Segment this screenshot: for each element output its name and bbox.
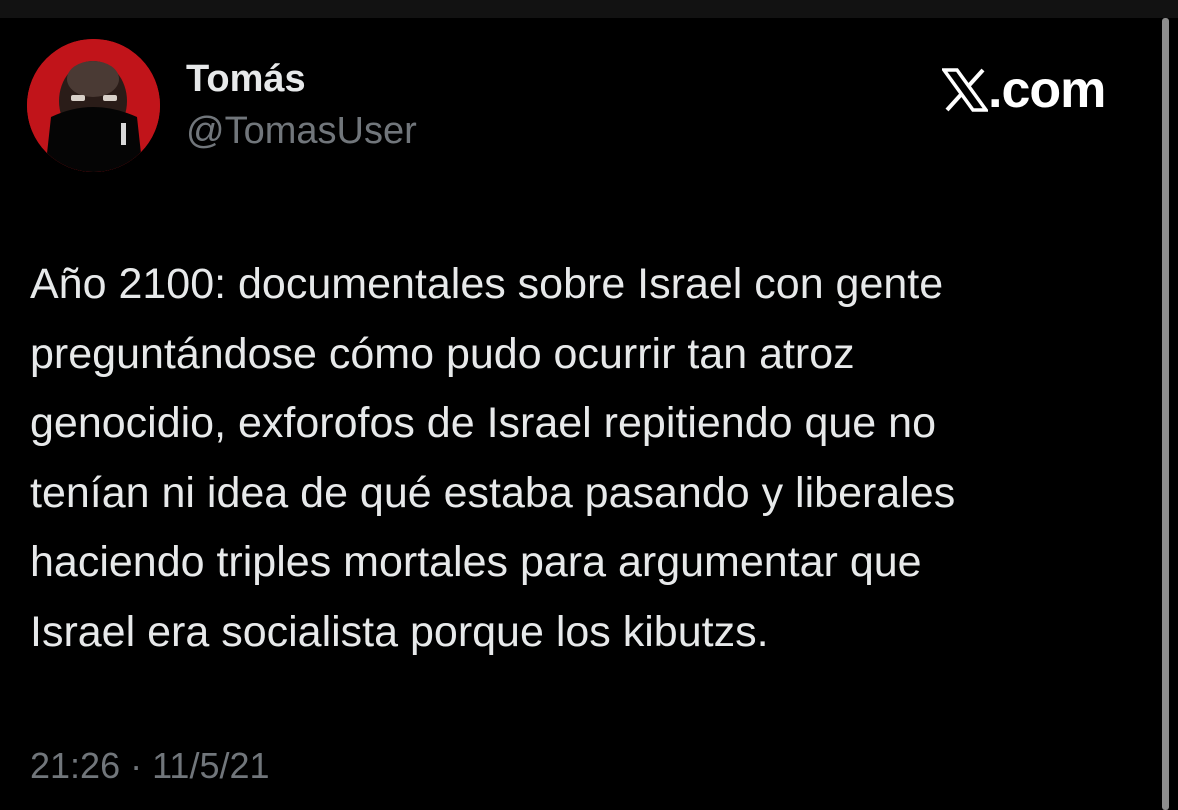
brand-watermark: .com: [942, 61, 1106, 119]
tweet-text: Año 2100: documentales sobre Israel con …: [30, 260, 956, 656]
brand-text: .com: [988, 61, 1106, 119]
top-edge-bar: [0, 0, 1178, 18]
scrollbar-thumb[interactable]: [1162, 18, 1169, 810]
avatar[interactable]: [27, 39, 160, 172]
user-handle[interactable]: @TomasUser: [186, 110, 417, 153]
profile-photo-icon: [27, 39, 160, 172]
tweet-timestamp[interactable]: 21:26 · 11/5/21: [30, 745, 270, 787]
display-name[interactable]: Tomás: [186, 58, 306, 101]
x-logo-icon: [942, 68, 988, 112]
